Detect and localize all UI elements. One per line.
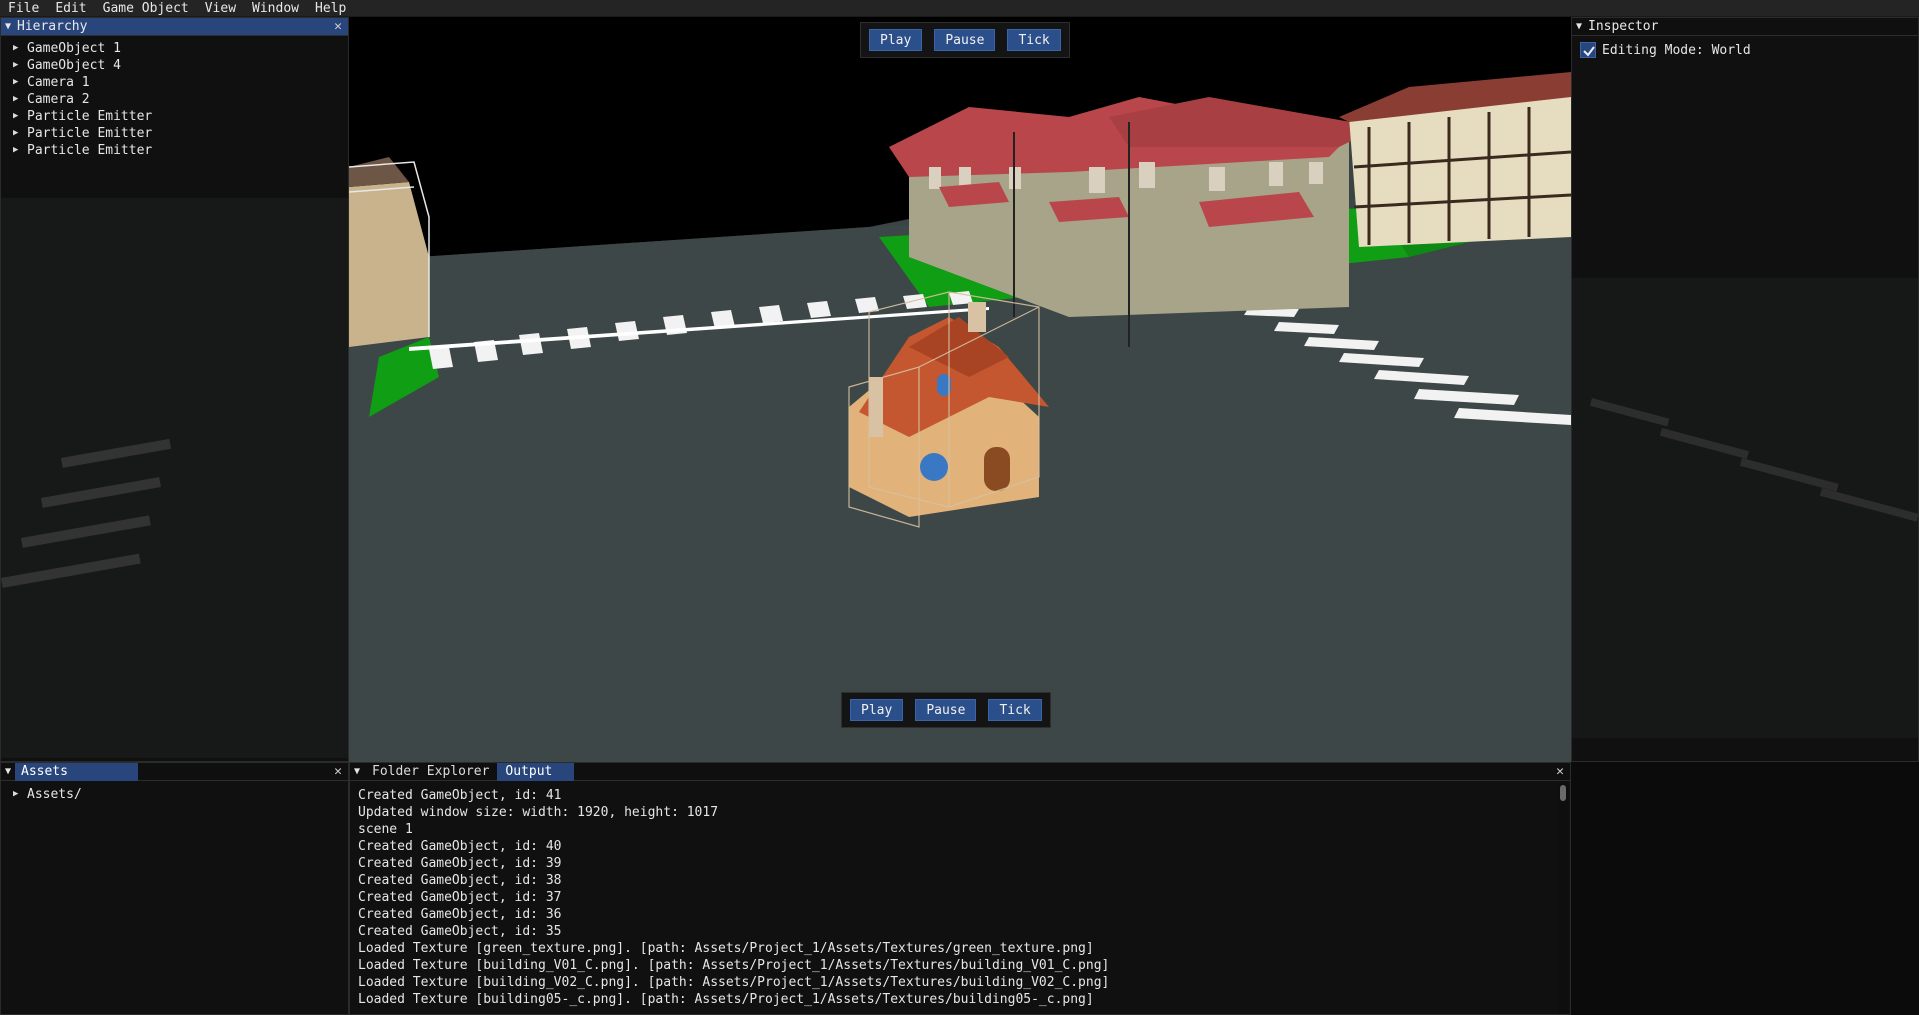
log-line: scene 1 xyxy=(358,822,413,837)
close-icon[interactable]: ✕ xyxy=(1556,763,1564,781)
hierarchy-item-label: GameObject 1 xyxy=(27,41,121,56)
log-line: Loaded Texture [building05-_c.png]. [pat… xyxy=(358,992,1094,1007)
menu-bar: File Edit Game Object View Window Help xyxy=(0,0,1919,17)
expand-arrow-icon[interactable]: ▶ xyxy=(13,142,27,159)
hierarchy-item-camera-2[interactable]: ▶ Camera 2 xyxy=(13,91,348,108)
log-line: Created GameObject, id: 36 xyxy=(358,907,562,922)
expand-arrow-icon[interactable]: ▶ xyxy=(13,108,27,125)
hierarchy-item-label: Particle Emitter xyxy=(27,109,153,124)
output-scrollbar-thumb[interactable] xyxy=(1560,785,1566,801)
log-line: Created GameObject, id: 41 xyxy=(358,788,562,803)
close-icon[interactable]: ✕ xyxy=(334,763,342,781)
menu-help[interactable]: Help xyxy=(307,0,354,17)
assets-tree: ▶ Assets/ xyxy=(1,781,348,803)
hierarchy-tree: ▶ GameObject 1 ▶ GameObject 4 ▶ Camera 1 ▶ C… xyxy=(1,36,348,159)
log-line: Loaded Texture [building_V01_C.png]. [pa… xyxy=(358,958,1110,973)
log-line: Updated window size: width: 1920, height… xyxy=(358,805,719,820)
collapse-triangle-icon[interactable]: ▼ xyxy=(1572,21,1586,32)
log-line: Created GameObject, id: 35 xyxy=(358,924,562,939)
hierarchy-item-particle-emitter[interactable]: ▶ Particle Emitter xyxy=(13,142,348,159)
output-panel: ▼ Folder Explorer Output ✕ Created GameO… xyxy=(349,762,1571,1015)
scene-viewport[interactable]: Play Pause Tick Play Pause Tick xyxy=(349,17,1571,762)
tab-folder-explorer[interactable]: Folder Explorer xyxy=(364,763,497,781)
scene-render[interactable] xyxy=(349,17,1571,762)
collapse-triangle-icon[interactable]: ▼ xyxy=(350,766,364,777)
hierarchy-item-particle-emitter[interactable]: ▶ Particle Emitter xyxy=(13,108,348,125)
checkmark-icon xyxy=(1583,46,1595,57)
menu-file[interactable]: File xyxy=(0,0,47,17)
expand-arrow-icon[interactable]: ▶ xyxy=(13,786,27,803)
tab-output[interactable]: Output xyxy=(497,763,575,781)
log-line: Created GameObject, id: 40 xyxy=(358,839,562,854)
output-scrollbar[interactable] xyxy=(1558,783,1568,1014)
tick-button[interactable]: Tick xyxy=(1007,29,1061,51)
menu-window[interactable]: Window xyxy=(244,0,307,17)
expand-arrow-icon[interactable]: ▶ xyxy=(13,125,27,142)
menu-edit[interactable]: Edit xyxy=(47,0,94,17)
pause-button[interactable]: Pause xyxy=(934,29,996,51)
collapse-triangle-icon[interactable]: ▼ xyxy=(1,21,15,32)
expand-arrow-icon[interactable]: ▶ xyxy=(13,40,27,57)
pause-button[interactable]: Pause xyxy=(915,699,977,721)
hierarchy-item-particle-emitter[interactable]: ▶ Particle Emitter xyxy=(13,125,348,142)
hierarchy-background-scene xyxy=(1,198,348,758)
inspector-titlebar[interactable]: ▼ Inspector xyxy=(1572,18,1918,36)
log-line: Created GameObject, id: 38 xyxy=(358,873,562,888)
hierarchy-item-label: Particle Emitter xyxy=(27,126,153,141)
hierarchy-titlebar[interactable]: ▼ Hierarchy ✕ xyxy=(1,18,348,36)
inspector-background-scene xyxy=(1572,278,1918,738)
hierarchy-item-gameobject-1[interactable]: ▶ GameObject 1 xyxy=(13,40,348,57)
hierarchy-item-label: Camera 1 xyxy=(27,75,90,90)
assets-root-label: Assets/ xyxy=(27,787,82,802)
hierarchy-item-gameobject-4[interactable]: ▶ GameObject 4 xyxy=(13,57,348,74)
editing-mode-label: Editing Mode: World xyxy=(1602,42,1751,58)
inspector-title: Inspector xyxy=(1588,19,1659,34)
viewport-controls-top: Play Pause Tick xyxy=(860,22,1070,58)
expand-arrow-icon[interactable]: ▶ xyxy=(13,74,27,91)
hierarchy-item-label: GameObject 4 xyxy=(27,58,121,73)
hierarchy-item-label: Particle Emitter xyxy=(27,143,153,158)
tab-assets[interactable]: Assets xyxy=(15,763,138,781)
assets-panel: ▼ Assets ✕ ▶ Assets/ xyxy=(0,762,349,1015)
play-button[interactable]: Play xyxy=(850,699,904,721)
output-tabs: Folder Explorer Output xyxy=(364,763,575,781)
log-line: Created GameObject, id: 37 xyxy=(358,890,562,905)
assets-root-folder[interactable]: ▶ Assets/ xyxy=(13,786,348,803)
inspector-panel: ▼ Inspector Editing Mode: World xyxy=(1571,17,1919,762)
hierarchy-item-camera-1[interactable]: ▶ Camera 1 xyxy=(13,74,348,91)
hierarchy-title: Hierarchy xyxy=(17,19,88,34)
log-line: Loaded Texture [building_V02_C.png]. [pa… xyxy=(358,975,1110,990)
expand-arrow-icon[interactable]: ▶ xyxy=(13,57,27,74)
output-titlebar: ▼ Folder Explorer Output ✕ xyxy=(350,763,1570,781)
editing-mode-checkbox[interactable] xyxy=(1580,42,1596,58)
hierarchy-item-label: Camera 2 xyxy=(27,92,90,107)
log-line: Created GameObject, id: 39 xyxy=(358,856,562,871)
viewport-controls-bottom: Play Pause Tick xyxy=(841,692,1051,728)
play-button[interactable]: Play xyxy=(869,29,923,51)
collapse-triangle-icon[interactable]: ▼ xyxy=(1,766,15,777)
menu-game-object[interactable]: Game Object xyxy=(95,0,197,17)
log-line: Loaded Texture [green_texture.png]. [pat… xyxy=(358,941,1094,956)
hierarchy-panel: ▼ Hierarchy ✕ ▶ GameObject 1 ▶ GameObject … xyxy=(0,17,349,762)
expand-arrow-icon[interactable]: ▶ xyxy=(13,91,27,108)
assets-titlebar[interactable]: ▼ Assets ✕ xyxy=(1,763,348,781)
output-log: Created GameObject, id: 41 Updated windo… xyxy=(350,781,1570,1008)
close-icon[interactable]: ✕ xyxy=(334,18,342,36)
menu-view[interactable]: View xyxy=(197,0,244,17)
tick-button[interactable]: Tick xyxy=(988,699,1042,721)
editing-mode-row[interactable]: Editing Mode: World xyxy=(1572,36,1918,58)
